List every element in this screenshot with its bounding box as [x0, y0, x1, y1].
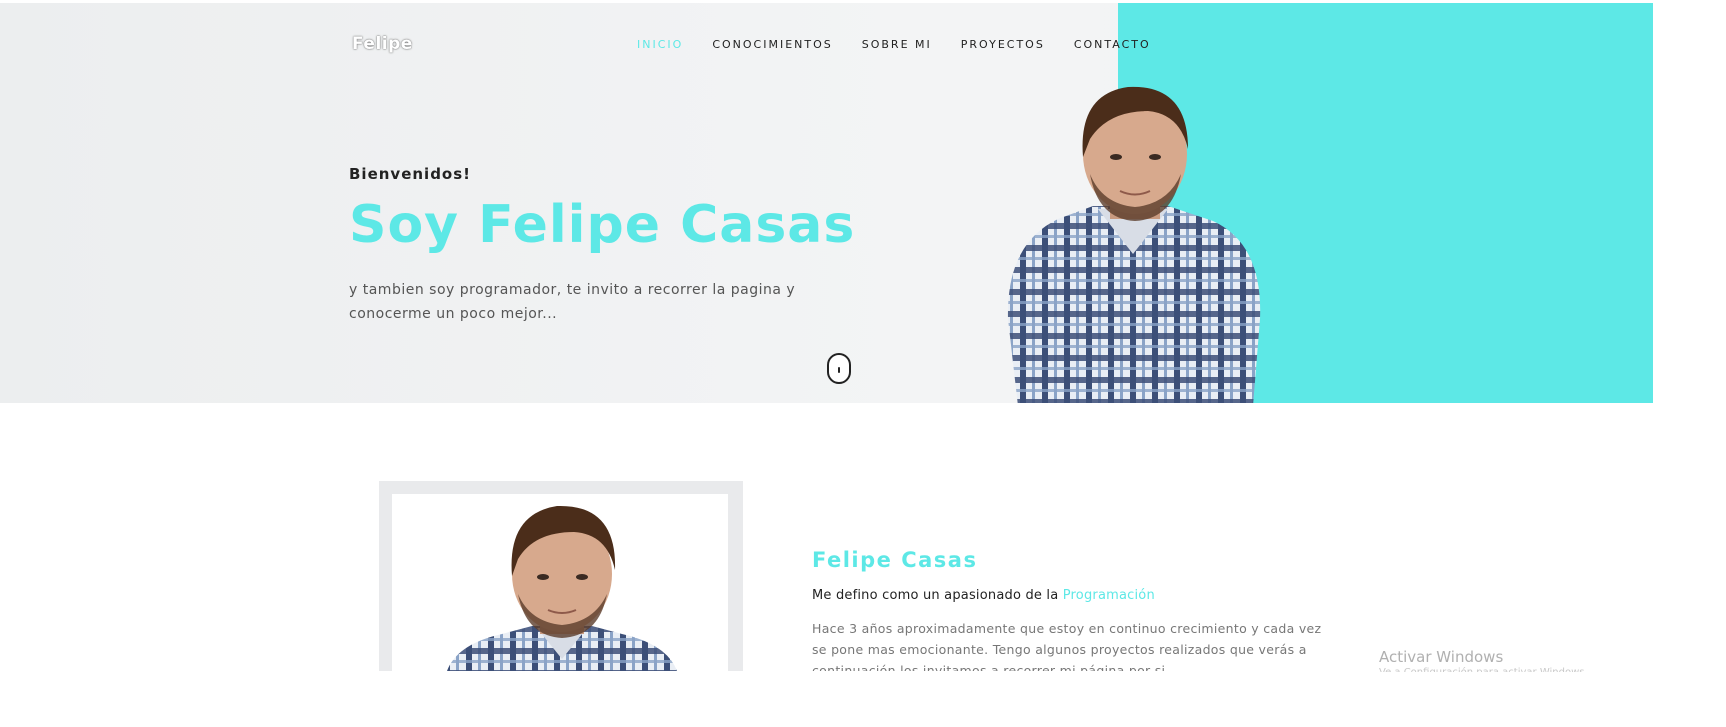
nav-item-proyectos[interactable]: PROYECTOS	[961, 38, 1045, 51]
nav-item-sobre-mi[interactable]: SOBRE MI	[862, 38, 932, 51]
page: Felipe INICIO CONOCIMIENTOS SOBRE MI PRO…	[0, 0, 1726, 727]
page-bottom-blank	[0, 672, 1726, 727]
hero-title: Soy Felipe Casas	[349, 195, 856, 255]
nav-item-inicio[interactable]: INICIO	[637, 38, 683, 51]
about-tagline: Me defino como un apasionado de la Progr…	[812, 588, 1155, 603]
about-name: Felipe Casas	[812, 548, 978, 572]
windows-activation-watermark: Activar Windows	[1379, 648, 1504, 666]
mouse-scroll-icon[interactable]	[827, 353, 851, 384]
about-body-text: Hace 3 años aproximadamente que estoy en…	[812, 621, 1322, 671]
nav-item-contacto[interactable]: CONTACTO	[1074, 38, 1151, 51]
main-nav: INICIO CONOCIMIENTOS SOBRE MI PROYECTOS …	[637, 38, 1180, 51]
about-photo-inner	[392, 494, 728, 671]
about-photo-frame	[379, 481, 743, 671]
hero-section: Felipe INICIO CONOCIMIENTOS SOBRE MI PRO…	[0, 3, 1653, 403]
windows-activation-subtitle: Ve a Configuración para activar Windows.	[1379, 667, 1599, 672]
nav-item-conocimientos[interactable]: CONOCIMIENTOS	[712, 38, 832, 51]
about-profile-photo	[447, 505, 677, 671]
about-tagline-highlight: Programación	[1062, 588, 1155, 603]
about-tagline-prefix: Me defino como un apasionado de la	[812, 588, 1063, 603]
hero-subtitle: y tambien soy programador, te invito a r…	[349, 282, 796, 322]
hero-greeting: Bienvenidos!	[349, 165, 472, 183]
hero-profile-photo	[1007, 86, 1261, 403]
site-logo[interactable]: Felipe	[352, 34, 413, 54]
